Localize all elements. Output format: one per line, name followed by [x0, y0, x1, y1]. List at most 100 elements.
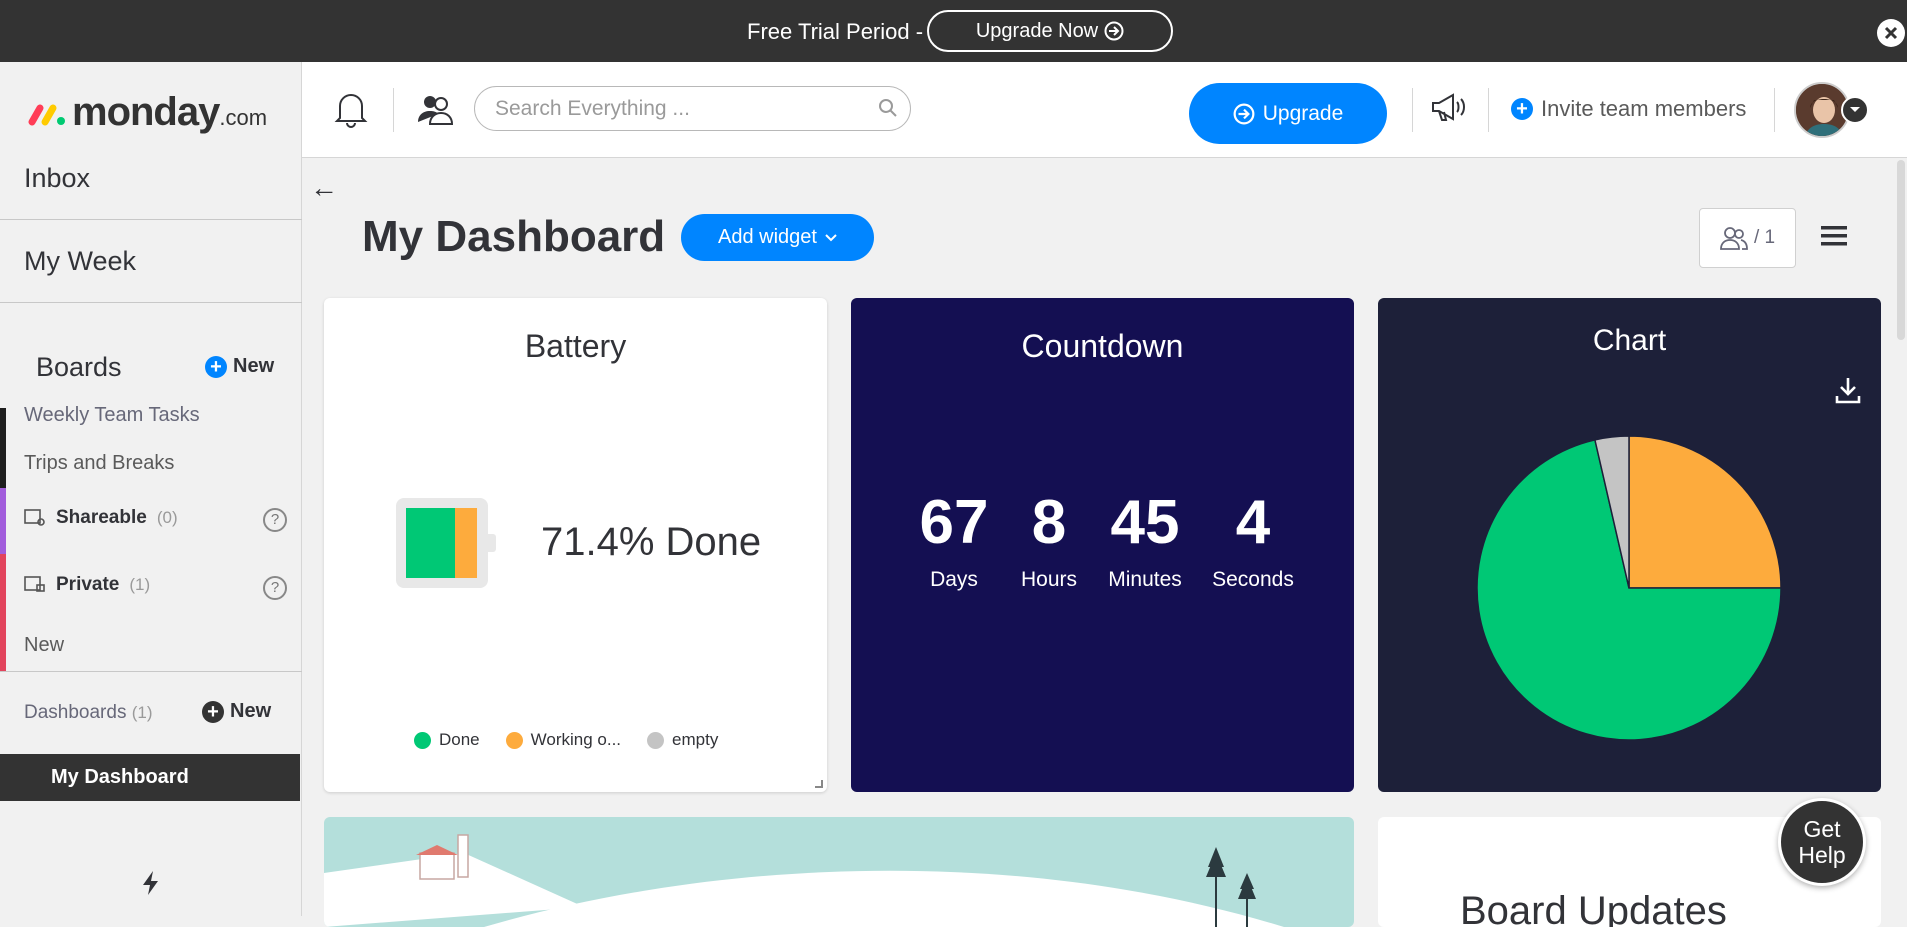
pie-slice-working-on-it[interactable]	[1628, 435, 1782, 589]
legend-item-done: Done	[414, 730, 480, 750]
legend-dot	[647, 731, 665, 749]
scrollbar-thumb[interactable]	[1897, 160, 1905, 340]
dashboard-item-my-dashboard[interactable]: My Dashboard	[0, 754, 300, 801]
monday-logo-icon	[28, 104, 65, 125]
group-shareable[interactable]: Shareable (0)	[24, 507, 178, 529]
invite-team-members-button[interactable]: + Invite team members	[1511, 96, 1746, 122]
add-widget-label: Add widget	[718, 226, 817, 248]
new-dashboard-button[interactable]: + New	[202, 700, 271, 723]
legend-dot	[505, 731, 523, 749]
lightning-icon[interactable]	[140, 870, 162, 896]
countdown-widget[interactable]: Countdown 67 Days 8 Hours 45 Minutes 4 S…	[851, 298, 1354, 792]
people-icon	[1720, 227, 1748, 250]
viewers-count: / 1	[1753, 227, 1776, 248]
scenery-widget[interactable]	[324, 817, 1354, 927]
upgrade-now-button[interactable]: Upgrade Now	[927, 10, 1173, 52]
divider	[393, 88, 394, 132]
board-color-stripe	[0, 554, 6, 672]
help-icon[interactable]: ?	[263, 576, 287, 600]
board-trips-and-breaks[interactable]: Trips and Breaks	[24, 452, 174, 475]
trial-text: Free Trial Period -	[747, 19, 924, 44]
pie-chart	[1476, 435, 1782, 741]
boards-heading: Boards	[36, 352, 122, 382]
battery-nub	[488, 534, 496, 552]
board-color-stripe	[0, 488, 6, 554]
bell-icon[interactable]	[334, 90, 368, 128]
countdown-label: Days	[930, 568, 978, 591]
close-icon	[1884, 26, 1898, 40]
new-board-label: New	[233, 355, 275, 377]
divider	[1774, 88, 1775, 132]
widget-title: Countdown	[1021, 328, 1184, 364]
board-weekly-team-tasks[interactable]: Weekly Team Tasks	[24, 404, 200, 427]
countdown-value: 8	[1031, 488, 1067, 557]
invite-label: Invite team members	[1541, 96, 1747, 121]
close-banner-button[interactable]	[1877, 19, 1905, 47]
hamburger-menu-icon[interactable]	[1821, 225, 1847, 247]
battery-legend: Done Working o... empty	[414, 730, 718, 750]
countdown-label: Minutes	[1108, 568, 1182, 591]
resize-handle[interactable]	[815, 780, 823, 788]
legend-label: Done	[439, 730, 480, 749]
board-new-item[interactable]: New	[24, 634, 64, 657]
group-shareable-label: Shareable	[56, 507, 147, 528]
private-board-icon	[24, 576, 45, 592]
new-board-button[interactable]: + New	[205, 355, 274, 378]
widget-title: Battery	[524, 328, 627, 364]
countdown-timer: 67 Days 8 Hours 45 Minutes 4 Seconds	[901, 490, 1307, 592]
nav-inbox[interactable]: Inbox	[0, 138, 302, 220]
plus-icon: +	[1511, 98, 1533, 120]
upgrade-now-label: Upgrade Now	[975, 19, 1099, 42]
plus-icon: +	[202, 700, 224, 723]
get-help-button[interactable]: Get Help	[1778, 798, 1866, 886]
countdown-value: 67	[919, 488, 989, 557]
legend-item-working: Working o...	[505, 730, 622, 750]
countdown-label: Hours	[1020, 568, 1078, 591]
help-icon[interactable]: ?	[263, 508, 287, 532]
legend-item-empty: empty	[647, 730, 718, 750]
battery-working-segment	[455, 508, 477, 578]
dashboard-viewers-button[interactable]: / 1	[1699, 208, 1796, 268]
search-box[interactable]	[474, 86, 911, 131]
upgrade-button[interactable]: Upgrade	[1189, 83, 1387, 144]
battery-done-segment	[406, 508, 462, 578]
back-arrow-icon[interactable]: ←	[310, 172, 338, 204]
monday-logo[interactable]: monday .com	[28, 90, 267, 135]
upgrade-label: Upgrade	[1262, 101, 1344, 125]
arrow-circle-right-icon	[1104, 21, 1124, 41]
account-menu-chevron-down-icon[interactable]	[1841, 96, 1869, 124]
top-header: Upgrade + Invite team members	[302, 62, 1907, 158]
countdown-label: Seconds	[1212, 568, 1294, 591]
board-color-stripe	[0, 408, 6, 488]
countdown-minutes: 45 Minutes	[1091, 490, 1199, 592]
countdown-hours: 8 Hours	[1007, 490, 1091, 592]
arrow-circle-right-icon	[1233, 103, 1255, 124]
people-icon[interactable]	[416, 90, 454, 128]
widget-title: Board Updates	[1460, 889, 1727, 927]
nav-my-week[interactable]: My Week	[0, 221, 302, 303]
legend-dot	[414, 731, 431, 749]
battery-widget[interactable]: Battery 71.4% Done Done Working o... emp…	[324, 298, 827, 792]
new-dashboard-label: New	[230, 700, 272, 722]
chart-widget[interactable]: Chart	[1378, 298, 1881, 792]
megaphone-icon[interactable]	[1430, 92, 1466, 124]
group-private[interactable]: Private (1)	[24, 574, 150, 596]
trial-banner: Free Trial Period - Upgrade Now	[0, 0, 1907, 62]
search-icon[interactable]	[878, 98, 898, 118]
logo-suffix: .com	[219, 105, 268, 130]
divider	[1488, 88, 1489, 132]
add-widget-button[interactable]: Add widget	[681, 214, 874, 261]
group-private-label: Private	[56, 574, 120, 595]
dashboards-heading-label: Dashboards	[24, 702, 127, 723]
landscape-illustration	[324, 834, 1284, 927]
dashboards-heading: Dashboards (1)	[24, 702, 153, 724]
page-title: My Dashboard	[362, 212, 666, 261]
download-icon[interactable]	[1835, 376, 1861, 404]
shareable-board-icon	[24, 509, 45, 526]
countdown-value: 45	[1110, 488, 1180, 557]
search-input[interactable]	[495, 96, 865, 121]
legend-label: Working o...	[530, 730, 622, 749]
legend-label: empty	[672, 730, 719, 749]
logo-text: monday	[72, 90, 220, 134]
countdown-seconds: 4 Seconds	[1199, 490, 1307, 592]
